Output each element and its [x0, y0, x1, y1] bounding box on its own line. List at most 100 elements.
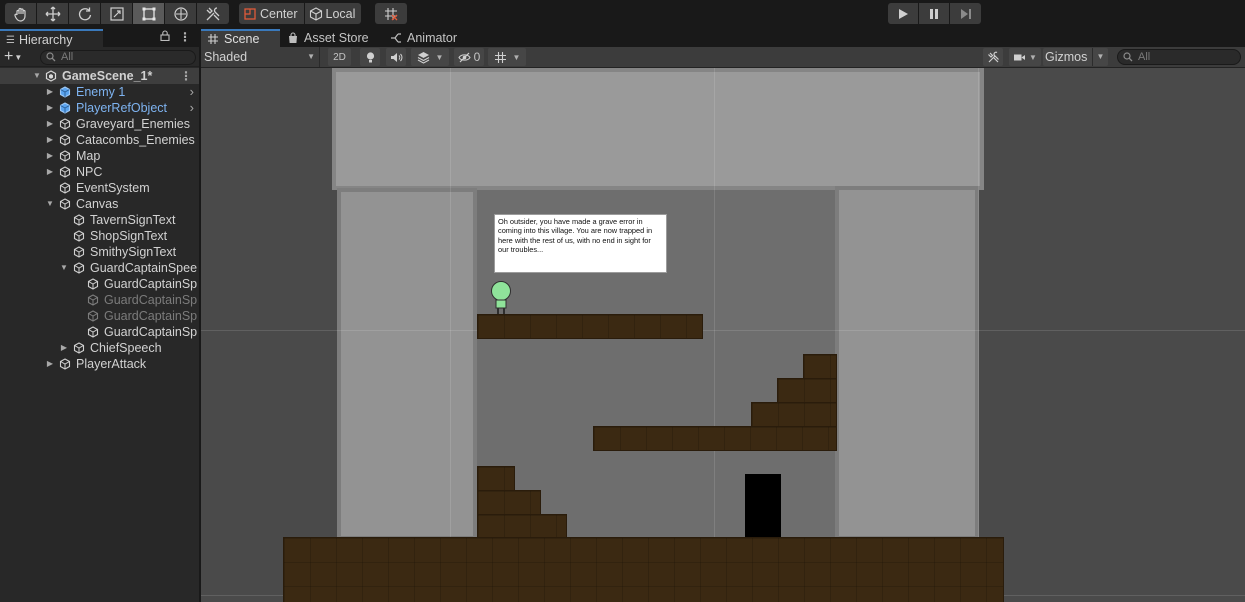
hierarchy-item[interactable]: GuardCaptainSp: [0, 308, 199, 324]
lightbulb-icon: [366, 51, 374, 62]
expand-arrow-icon[interactable]: ▼: [32, 68, 42, 84]
stair-step[interactable]: [777, 378, 837, 404]
tools-icon: [987, 51, 999, 62]
tab-animator[interactable]: Animator: [384, 29, 469, 47]
scene-root-row[interactable]: ▼ GameScene_1* ⋮: [0, 68, 199, 84]
create-button[interactable]: + ▼: [4, 48, 22, 66]
collapse-arrow-icon[interactable]: ▶: [45, 148, 55, 164]
move-tool-button[interactable]: [37, 3, 69, 24]
hierarchy-item[interactable]: SmithySignText: [0, 244, 199, 260]
stair-step[interactable]: [751, 402, 837, 428]
pivot-rotation-button[interactable]: Local: [304, 3, 362, 24]
ceiling-block[interactable]: [332, 68, 984, 190]
collapse-arrow-icon[interactable]: ▶: [45, 356, 55, 372]
collapse-arrow-icon[interactable]: ▶: [45, 164, 55, 180]
rect-transform-icon: [142, 7, 155, 20]
tab-asset-store[interactable]: Asset Store: [281, 29, 373, 47]
rotate-tool-button[interactable]: [69, 3, 101, 24]
play-button[interactable]: [888, 3, 919, 24]
hierarchy-item[interactable]: TavernSignText: [0, 212, 199, 228]
hierarchy-item-label: GuardCaptainSp: [104, 309, 198, 323]
lock-icon[interactable]: [160, 30, 170, 41]
custom-tools-button[interactable]: [197, 3, 229, 24]
collapse-arrow-icon[interactable]: ▶: [45, 84, 55, 100]
mode-2d-button[interactable]: 2D: [328, 48, 351, 66]
hierarchy-item[interactable]: ▶ PlayerRefObject ›: [0, 100, 199, 116]
hierarchy-item[interactable]: ▶ NPC: [0, 164, 199, 180]
pivot-mode-button[interactable]: Center: [239, 3, 305, 24]
player-character[interactable]: [489, 281, 513, 314]
collapse-arrow-icon[interactable]: ▶: [45, 116, 55, 132]
hierarchy-tab-label: Hierarchy: [18, 33, 73, 47]
right-wall[interactable]: [835, 186, 979, 540]
hierarchy-item[interactable]: ▶ Map: [0, 148, 199, 164]
npc-dialog-box[interactable]: Oh outsider, you have made a grave error…: [494, 214, 667, 273]
hierarchy-item[interactable]: ▶ ChiefSpeech: [0, 340, 199, 356]
effects-dropdown[interactable]: ▼: [411, 48, 449, 66]
audio-toggle[interactable]: [386, 48, 406, 66]
ground-floor[interactable]: [283, 537, 1004, 602]
hierarchy-item[interactable]: ▶ PlayerAttack: [0, 356, 199, 372]
gameobject-cube-icon: [59, 198, 71, 210]
stair-step[interactable]: [803, 354, 837, 380]
upper-platform[interactable]: [477, 314, 703, 339]
hierarchy-item[interactable]: ShopSignText: [0, 228, 199, 244]
hierarchy-tree: ▼ GameScene_1* ⋮ ▶ Enemy 1 › ▶ PlayerRefObje…: [0, 68, 199, 372]
scene-menu-icon[interactable]: ⋮: [180, 68, 192, 84]
hierarchy-item-label: Catacombs_Enemies: [76, 133, 195, 147]
chevron-right-icon[interactable]: ›: [190, 84, 194, 100]
doorway[interactable]: [745, 474, 781, 540]
hierarchy-item-label: Enemy 1: [76, 85, 126, 99]
scale-tool-button[interactable]: [101, 3, 133, 24]
hand-tool-button[interactable]: [5, 3, 37, 24]
collapse-arrow-icon[interactable]: ▶: [45, 132, 55, 148]
hand-icon: [13, 7, 26, 22]
hidden-objects-toggle[interactable]: 0: [454, 48, 484, 66]
shading-mode-dropdown[interactable]: Shaded ▼: [201, 47, 320, 67]
tools-settings-button[interactable]: [983, 48, 1003, 66]
hierarchy-item[interactable]: GuardCaptainSp: [0, 324, 199, 340]
hierarchy-items: ▶ Enemy 1 › ▶ PlayerRefObject › ▶ Graveyard_Ene…: [0, 84, 199, 372]
hierarchy-item[interactable]: GuardCaptainSp: [0, 276, 199, 292]
tab-scene[interactable]: Scene: [201, 29, 280, 47]
hierarchy-item[interactable]: ▶ Enemy 1 ›: [0, 84, 199, 100]
hierarchy-item[interactable]: ▶ Graveyard_Enemies: [0, 116, 199, 132]
collapse-arrow-icon[interactable]: ▶: [45, 100, 55, 116]
camera-settings-dropdown[interactable]: ▼: [1009, 48, 1041, 66]
transform-tool-button[interactable]: [165, 3, 197, 24]
expand-arrow-icon[interactable]: ▼: [45, 196, 55, 212]
hierarchy-item[interactable]: EventSystem: [0, 180, 199, 196]
pause-button[interactable]: [919, 3, 950, 24]
rect-tool-button[interactable]: [133, 3, 165, 24]
expand-arrow-icon[interactable]: ▼: [59, 260, 69, 276]
grid-line: [450, 68, 451, 602]
tab-asset-store-label: Asset Store: [304, 31, 369, 45]
hierarchy-item-label: GuardCaptainSpee: [90, 261, 198, 275]
middle-platform[interactable]: [593, 426, 837, 451]
collapse-arrow-icon[interactable]: ▶: [59, 340, 69, 356]
panel-menu-icon[interactable]: ⋮: [179, 30, 191, 44]
hierarchy-item[interactable]: ▼ Canvas: [0, 196, 199, 212]
scene-viewport[interactable]: Oh outsider, you have made a grave error…: [201, 68, 1245, 602]
scene-search-input[interactable]: All: [1117, 49, 1241, 65]
hierarchy-search-input[interactable]: All: [40, 50, 196, 65]
hierarchy-item[interactable]: GuardCaptainSp: [0, 292, 199, 308]
gizmos-dropdown-chevron[interactable]: ▼: [1092, 48, 1108, 66]
unity-scene-icon: [45, 70, 57, 82]
step-button[interactable]: [950, 3, 981, 24]
hierarchy-panel: ☰ Hierarchy ⋮ + ▼ All ▼ GameScene_1* ⋮ ▶…: [0, 27, 199, 602]
chevron-right-icon[interactable]: ›: [190, 100, 194, 116]
scene-name: GameScene_1*: [62, 69, 153, 83]
search-icon: [46, 52, 56, 62]
hierarchy-item[interactable]: ▶ Catacombs_Enemies: [0, 132, 199, 148]
left-wall[interactable]: [337, 188, 477, 540]
tab-hierarchy[interactable]: ☰ Hierarchy: [0, 29, 103, 47]
tab-animator-label: Animator: [407, 31, 458, 45]
grid-toggle-dropdown[interactable]: ▼: [488, 48, 526, 66]
grid-snap-button[interactable]: [375, 3, 407, 24]
pause-icon: [930, 8, 938, 19]
lighting-toggle[interactable]: [360, 48, 380, 66]
hierarchy-item[interactable]: ▼ GuardCaptainSpee: [0, 260, 199, 276]
hierarchy-item-label: EventSystem: [76, 181, 150, 195]
gizmos-button[interactable]: Gizmos ▼: [1043, 48, 1108, 66]
